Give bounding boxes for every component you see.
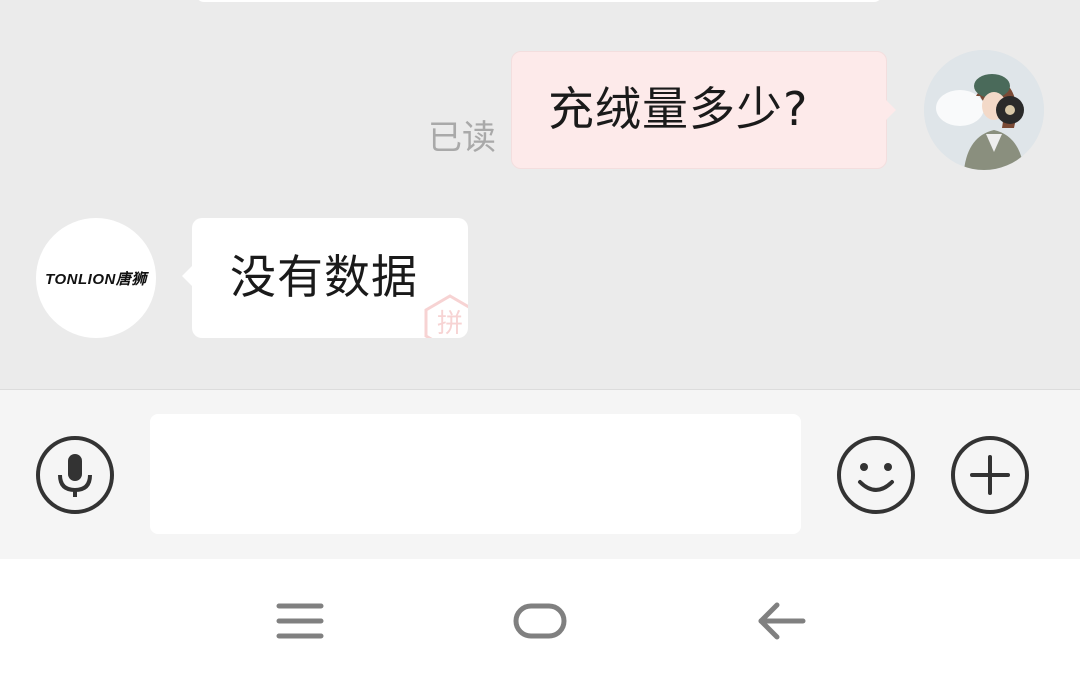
incoming-message-text: 没有数据 — [230, 250, 418, 304]
bubble-watermark-icon: 拼 — [424, 294, 468, 338]
user-avatar-illustration — [924, 50, 1044, 170]
incoming-message-bubble[interactable]: 没有数据 拼 — [192, 218, 468, 338]
plus-icon — [951, 436, 1029, 514]
emoji-button[interactable] — [836, 435, 916, 515]
message-input[interactable] — [150, 414, 801, 534]
home-icon — [513, 603, 567, 639]
recent-apps-button[interactable] — [265, 586, 335, 656]
back-button[interactable] — [745, 586, 815, 656]
back-icon — [758, 602, 806, 640]
home-button[interactable] — [505, 586, 575, 656]
brand-logo: TONLION唐狮 — [45, 270, 147, 288]
incoming-bubble-tail — [182, 266, 192, 286]
voice-input-button[interactable] — [35, 435, 115, 515]
menu-icon — [276, 603, 324, 639]
read-status: 已读 — [428, 118, 496, 158]
watermark-glyph: 拼 — [437, 309, 463, 338]
input-bar — [0, 389, 1080, 559]
microphone-icon — [36, 436, 114, 514]
previous-message-bubble[interactable] — [196, 0, 882, 2]
system-nav-bar — [0, 559, 1080, 684]
more-options-button[interactable] — [950, 435, 1030, 515]
user-avatar[interactable] — [924, 50, 1044, 170]
outgoing-message-text: 充绒量多少? — [548, 82, 809, 136]
contact-avatar[interactable]: TONLION唐狮 — [36, 218, 156, 338]
outgoing-message-bubble[interactable]: 充绒量多少? — [511, 51, 896, 169]
emoji-icon — [837, 436, 915, 514]
chat-area[interactable]: 已读 充绒量多少? TONLION唐狮 没有数据 拼 — [0, 0, 1080, 389]
